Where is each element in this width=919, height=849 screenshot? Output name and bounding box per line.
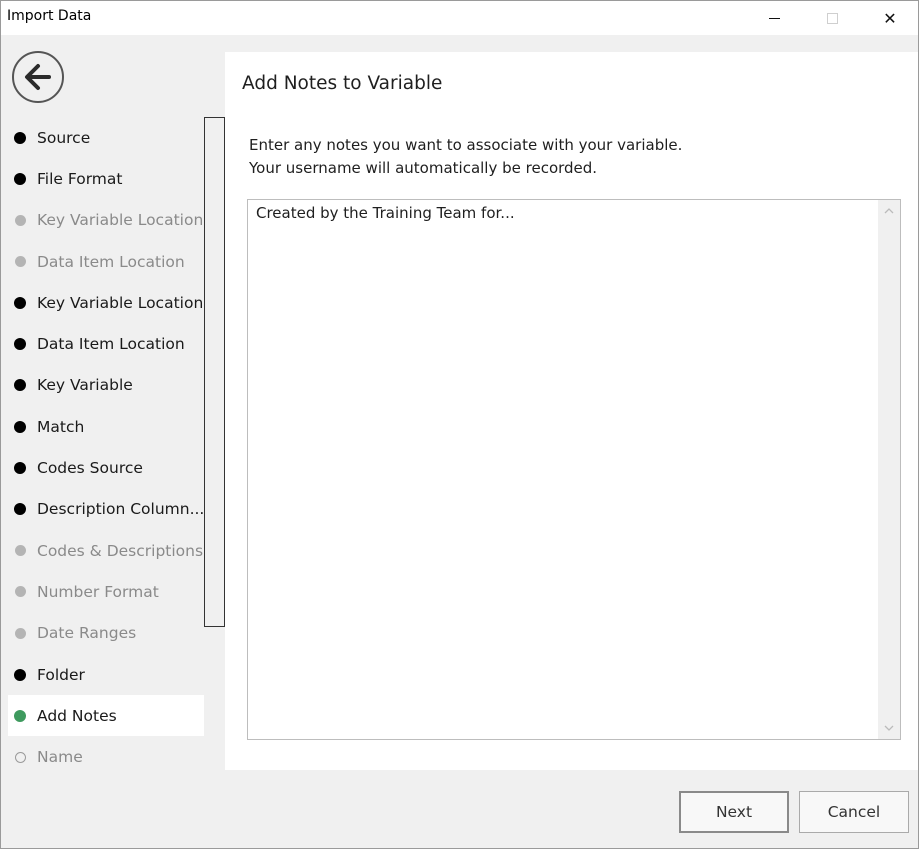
scroll-up-button[interactable] — [878, 200, 900, 222]
step-status-dot-icon — [14, 462, 26, 475]
step-label: Source — [37, 128, 91, 147]
wizard-step[interactable]: Date Ranges — [8, 613, 204, 654]
wizard-step[interactable]: Add Notes — [8, 695, 204, 737]
step-label: Data Item Location — [37, 335, 185, 354]
step-status-dot-icon — [14, 751, 26, 763]
step-label: Key Variable Location — [37, 211, 204, 230]
main-panel: Add Notes to Variable Enter any notes yo… — [225, 52, 918, 770]
wizard-step[interactable]: Codes Source — [8, 447, 204, 488]
wizard-step[interactable]: Folder — [8, 654, 204, 695]
wizard-step[interactable]: Key Variable Location — [8, 200, 204, 241]
step-label: Description Column... — [37, 500, 204, 519]
cancel-button[interactable]: Cancel — [799, 791, 909, 833]
notes-box — [247, 199, 901, 740]
minimize-icon — [768, 17, 780, 19]
step-status-dot-icon — [14, 338, 26, 351]
step-status-dot-icon — [14, 214, 26, 226]
step-status-dot-icon — [14, 379, 26, 392]
step-label: Key Variable — [37, 376, 133, 395]
chevron-up-icon — [884, 208, 894, 214]
step-status-dot-icon — [14, 545, 26, 557]
wizard-step[interactable]: Key Variable Location — [8, 282, 204, 323]
step-status-dot-icon — [14, 296, 26, 309]
step-status-dot-icon — [14, 420, 26, 433]
chevron-down-icon — [884, 725, 894, 731]
wizard-step[interactable]: Number Format — [8, 571, 204, 612]
step-label: Codes & Descriptions — [37, 541, 204, 560]
close-icon: ✕ — [883, 8, 897, 28]
window-title: Import Data — [7, 8, 92, 24]
wizard-step[interactable]: Codes & Descriptions — [8, 530, 204, 571]
wizard-step[interactable]: File Format — [8, 158, 204, 199]
notes-scrollbar[interactable] — [878, 200, 900, 739]
wizard-step[interactable]: Data Item Location — [8, 241, 204, 282]
wizard-step[interactable]: Match — [8, 406, 204, 447]
step-label: Codes Source — [37, 459, 143, 478]
instructions-line-1: Enter any notes you want to associate wi… — [249, 136, 683, 154]
title-bar: Import Data ✕ — [1, 1, 918, 35]
step-status-dot-icon — [14, 627, 26, 639]
step-label: Data Item Location — [37, 252, 185, 271]
maximize-icon — [826, 12, 838, 24]
step-status-dot-icon — [14, 668, 26, 681]
close-button[interactable]: ✕ — [867, 1, 913, 35]
step-label: File Format — [37, 169, 123, 188]
steps-scrollbar[interactable] — [204, 117, 225, 627]
step-label: Folder — [37, 665, 85, 684]
next-button[interactable]: Next — [679, 791, 789, 833]
back-button[interactable] — [12, 51, 64, 103]
page-title: Add Notes to Variable — [242, 73, 443, 94]
wizard-step[interactable]: Source — [8, 117, 204, 158]
step-label: Name — [37, 748, 83, 767]
step-status-dot-icon — [14, 172, 26, 185]
wizard-step[interactable]: Data Item Location — [8, 323, 204, 364]
scroll-down-button[interactable] — [878, 717, 900, 739]
notes-textarea[interactable] — [256, 203, 866, 733]
wizard-step[interactable]: Description Column... — [8, 489, 204, 530]
step-label: Match — [37, 417, 85, 436]
instructions-line-2: Your username will automatically be reco… — [249, 159, 598, 177]
step-status-dot-icon — [14, 709, 26, 722]
step-label: Date Ranges — [37, 624, 137, 643]
wizard-step[interactable]: Key Variable — [8, 365, 204, 406]
back-arrow-icon — [25, 64, 51, 90]
step-label: Key Variable Location — [37, 293, 204, 312]
wizard-step[interactable]: Name — [8, 736, 204, 777]
step-status-dot-icon — [14, 586, 26, 598]
step-status-dot-icon — [14, 256, 26, 268]
step-status-dot-icon — [14, 503, 26, 516]
step-label: Add Notes — [37, 706, 117, 725]
step-status-dot-icon — [14, 131, 26, 144]
wizard-steps-list: Source File Format Key Variable Location Da… — [8, 117, 204, 778]
instructions: Enter any notes you want to associate wi… — [249, 134, 682, 180]
import-data-window: Import Data ✕ Source File Format Key Varia… — [0, 0, 919, 849]
minimize-button[interactable] — [751, 1, 797, 35]
maximize-button — [809, 1, 855, 35]
step-label: Number Format — [37, 582, 159, 601]
